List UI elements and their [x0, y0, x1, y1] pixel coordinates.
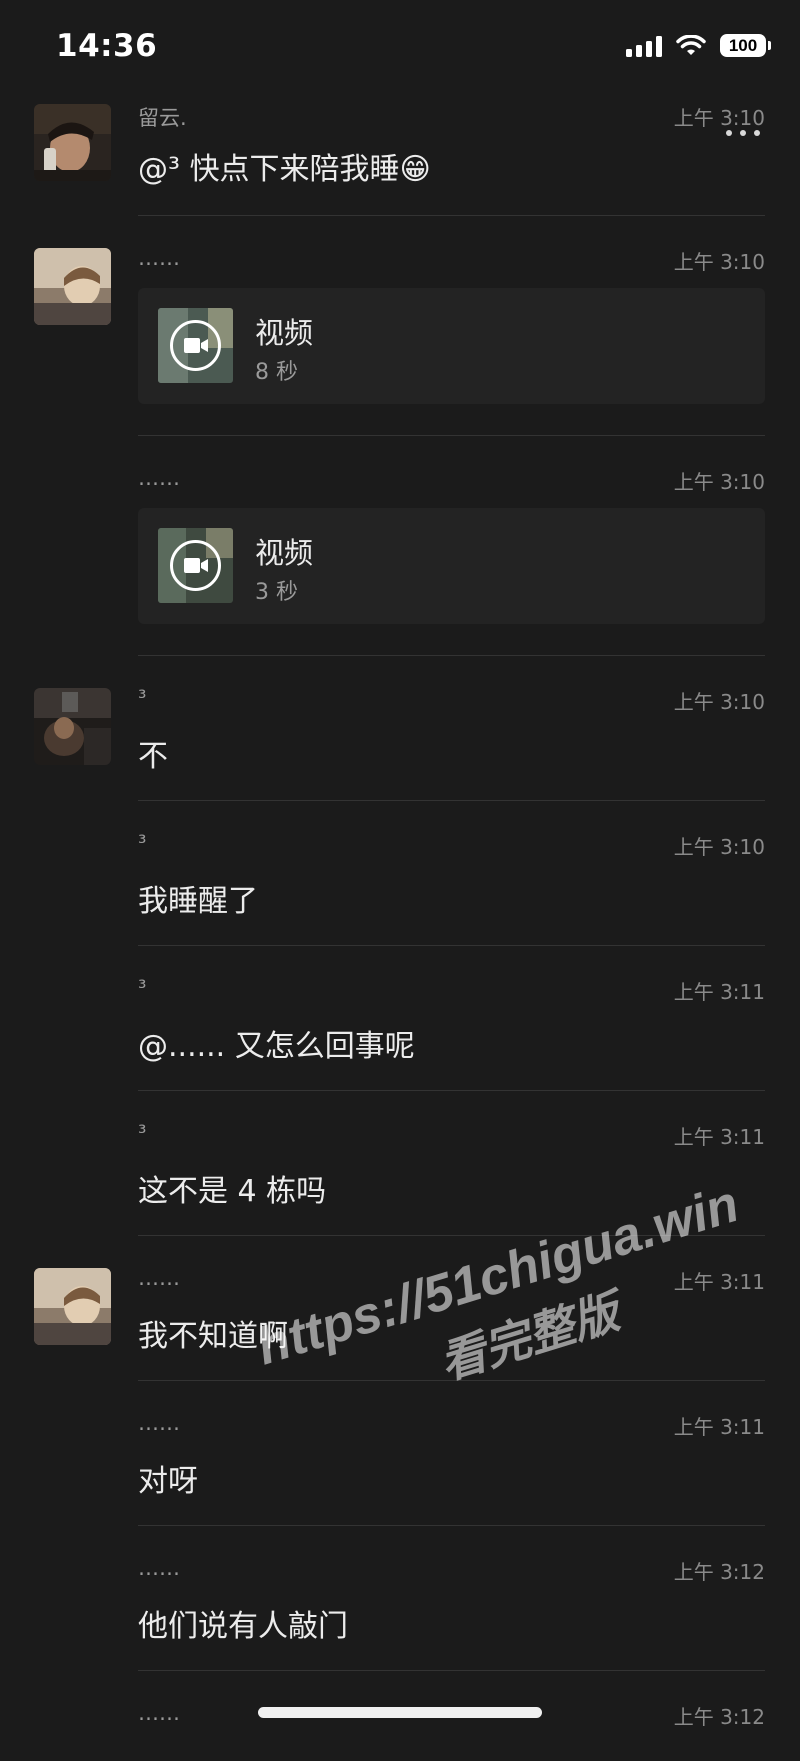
message-item[interactable]: …… 上午 3:10 视频 8 秒: [0, 216, 800, 436]
message-time: 上午 3:12: [673, 1705, 765, 1729]
message-time: 上午 3:10: [673, 690, 765, 714]
home-indicator[interactable]: [258, 1707, 542, 1718]
message-text: 我睡醒了: [138, 884, 258, 919]
sender-name: ³: [138, 831, 147, 855]
video-card[interactable]: 视频 8 秒: [138, 288, 765, 404]
video-thumbnail[interactable]: [158, 528, 233, 603]
message-text: 这不是 4 栋吗: [138, 1174, 327, 1209]
message-item[interactable]: …… 上午 3:12 他们说有人敲门: [0, 1526, 800, 1671]
battery-icon: 100: [720, 34, 771, 57]
sender-name: ……: [138, 1701, 180, 1725]
message-time: 上午 3:10: [673, 250, 765, 274]
sender-name: ……: [138, 466, 180, 490]
sender-name: 留云.: [138, 106, 187, 130]
wifi-icon: [676, 34, 706, 55]
message-text: @³ 快点下来陪我睡😁: [138, 152, 431, 187]
message-text: 不: [138, 739, 168, 774]
status-indicators: 100: [626, 34, 771, 57]
message-time: 上午 3:11: [673, 980, 765, 1004]
sender-name: ³: [138, 686, 147, 710]
message-time: 上午 3:10: [673, 106, 765, 130]
message-time: 上午 3:11: [673, 1125, 765, 1149]
message-time: 上午 3:10: [673, 835, 765, 859]
status-time: 14:36: [56, 28, 158, 64]
avatar[interactable]: [34, 1268, 111, 1345]
message-time: 上午 3:11: [673, 1415, 765, 1439]
video-card[interactable]: 视频 3 秒: [138, 508, 765, 624]
message-text: 对呀: [138, 1464, 198, 1499]
avatar[interactable]: [34, 104, 111, 181]
more-dots-icon[interactable]: [726, 130, 760, 136]
sender-name: ……: [138, 1411, 180, 1435]
message-item[interactable]: …… 上午 3:10 视频 3 秒: [0, 436, 800, 656]
message-item[interactable]: ³ 上午 3:10 我睡醒了: [0, 801, 800, 946]
video-duration: 3 秒: [255, 580, 298, 605]
message-list[interactable]: 留云. 上午 3:10 @³ 快点下来陪我睡😁 …… 上午 3:10 视频 8 …: [0, 96, 800, 1761]
message-text: @...... 又怎么回事呢: [138, 1029, 415, 1064]
message-item[interactable]: ³ 上午 3:10 不: [0, 656, 800, 801]
video-title: 视频: [255, 536, 314, 570]
message-time: 上午 3:12: [673, 1560, 765, 1584]
sender-name: ……: [138, 1556, 180, 1580]
sender-name: ³: [138, 1121, 147, 1145]
sender-name: ……: [138, 1266, 180, 1290]
video-title: 视频: [255, 316, 314, 350]
status-bar: 14:36 100: [0, 0, 800, 96]
message-item[interactable]: ³ 上午 3:11 @...... 又怎么回事呢: [0, 946, 800, 1091]
message-time: 上午 3:10: [673, 470, 765, 494]
sender-name: ³: [138, 976, 147, 1000]
sender-name: ……: [138, 246, 180, 270]
avatar[interactable]: [34, 688, 111, 765]
message-text: 他们说有人敲门: [138, 1609, 348, 1644]
avatar[interactable]: [34, 248, 111, 325]
video-thumbnail[interactable]: [158, 308, 233, 383]
message-item[interactable]: 留云. 上午 3:10 @³ 快点下来陪我睡😁: [0, 96, 800, 216]
video-duration: 8 秒: [255, 360, 298, 385]
signal-icon: [626, 35, 662, 57]
